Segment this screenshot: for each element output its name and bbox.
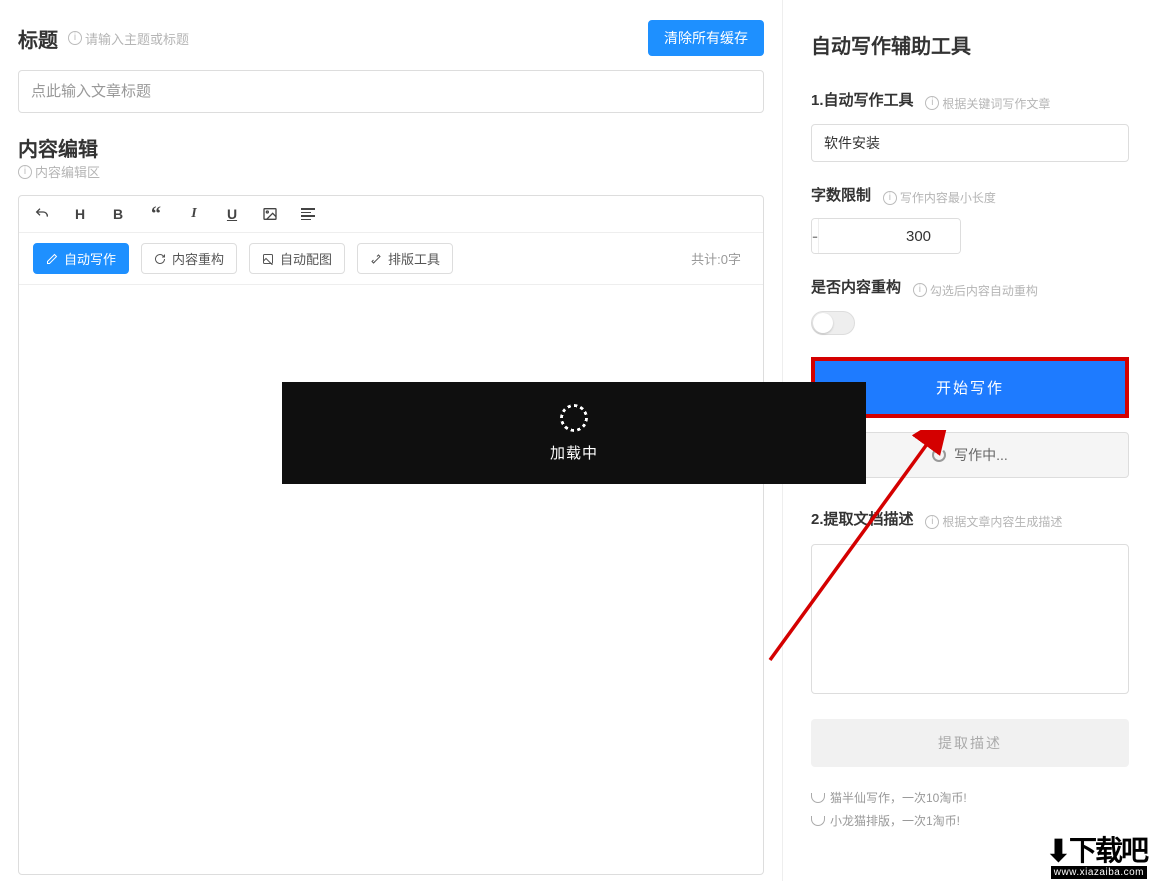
section1-title: 1.自动写作工具 bbox=[811, 89, 914, 110]
editor-toolbar-formatting: H B “ I U bbox=[19, 196, 763, 233]
article-title-input[interactable] bbox=[18, 70, 764, 113]
word-limit-sub: i 写作内容最小长度 bbox=[883, 189, 996, 206]
download-arrow-icon: ⬇ bbox=[1046, 837, 1069, 867]
undo-icon[interactable] bbox=[33, 206, 51, 222]
wrench-icon bbox=[370, 253, 382, 265]
italic-icon[interactable]: I bbox=[185, 206, 203, 222]
description-textarea[interactable] bbox=[811, 544, 1129, 694]
step-minus-button[interactable]: - bbox=[812, 219, 819, 253]
word-counter: 共计:0字 bbox=[691, 249, 749, 268]
auto-image-button[interactable]: 自动配图 bbox=[249, 243, 345, 274]
loading-overlay: 加载中 bbox=[282, 382, 866, 484]
spinner-icon bbox=[932, 448, 946, 462]
underline-icon[interactable]: U bbox=[223, 206, 241, 222]
image-icon[interactable] bbox=[261, 206, 279, 222]
image-icon bbox=[262, 253, 274, 265]
loading-spinner-icon bbox=[560, 404, 588, 432]
editor-box: H B “ I U 自动写作 内容重构 bbox=[18, 195, 764, 875]
editor-content-area[interactable] bbox=[19, 285, 763, 873]
footer-info-1: 猫半仙写作，一次10淘币! bbox=[811, 789, 1129, 806]
info-icon: i bbox=[883, 191, 897, 205]
heading-icon[interactable]: H bbox=[71, 206, 89, 222]
refresh-icon bbox=[154, 253, 166, 265]
info-icon: i bbox=[18, 165, 32, 179]
word-limit-value[interactable] bbox=[819, 219, 961, 253]
rebuild-toggle-sub: i 勾选后内容自动重构 bbox=[913, 282, 1038, 299]
section2-title: 2.提取文档描述 bbox=[811, 508, 914, 529]
editor-toolbar-actions: 自动写作 内容重构 自动配图 排版工具 共计:0字 bbox=[19, 233, 763, 285]
word-limit-label: 字数限制 bbox=[811, 184, 871, 205]
section2-sub: i 根据文章内容生成描述 bbox=[925, 513, 1062, 530]
align-icon[interactable] bbox=[299, 208, 317, 220]
layout-tool-button[interactable]: 排版工具 bbox=[357, 243, 453, 274]
content-sub: i 内容编辑区 bbox=[18, 162, 764, 181]
sidebar-title: 自动写作辅助工具 bbox=[811, 30, 1129, 59]
title-sub: i 请输入主题或标题 bbox=[68, 29, 189, 48]
loading-text: 加载中 bbox=[550, 442, 598, 463]
info-icon: i bbox=[913, 283, 927, 297]
bowl-icon bbox=[811, 816, 825, 826]
section1-sub: i 根据关键词写作文章 bbox=[925, 95, 1050, 112]
rebuild-toggle-label: 是否内容重构 bbox=[811, 276, 901, 297]
rebuild-toggle[interactable] bbox=[811, 311, 855, 335]
content-label: 内容编辑 bbox=[18, 139, 98, 161]
info-icon: i bbox=[68, 31, 82, 45]
info-icon: i bbox=[925, 515, 939, 529]
pencil-icon bbox=[46, 253, 58, 265]
bold-icon[interactable]: B bbox=[109, 206, 127, 222]
word-limit-stepper: - + bbox=[811, 218, 961, 254]
watermark-logo: ⬇ 下载吧 www.xiazaiba.com bbox=[1013, 819, 1149, 881]
keyword-input[interactable] bbox=[811, 124, 1129, 162]
rebuild-button[interactable]: 内容重构 bbox=[141, 243, 237, 274]
extract-description-button[interactable]: 提取描述 bbox=[811, 719, 1129, 767]
quote-icon[interactable]: “ bbox=[147, 209, 165, 219]
auto-write-button[interactable]: 自动写作 bbox=[33, 243, 129, 274]
clear-cache-button[interactable]: 清除所有缓存 bbox=[648, 20, 764, 56]
info-icon: i bbox=[925, 96, 939, 110]
title-label: 标题 bbox=[18, 24, 58, 53]
bowl-icon bbox=[811, 793, 825, 803]
